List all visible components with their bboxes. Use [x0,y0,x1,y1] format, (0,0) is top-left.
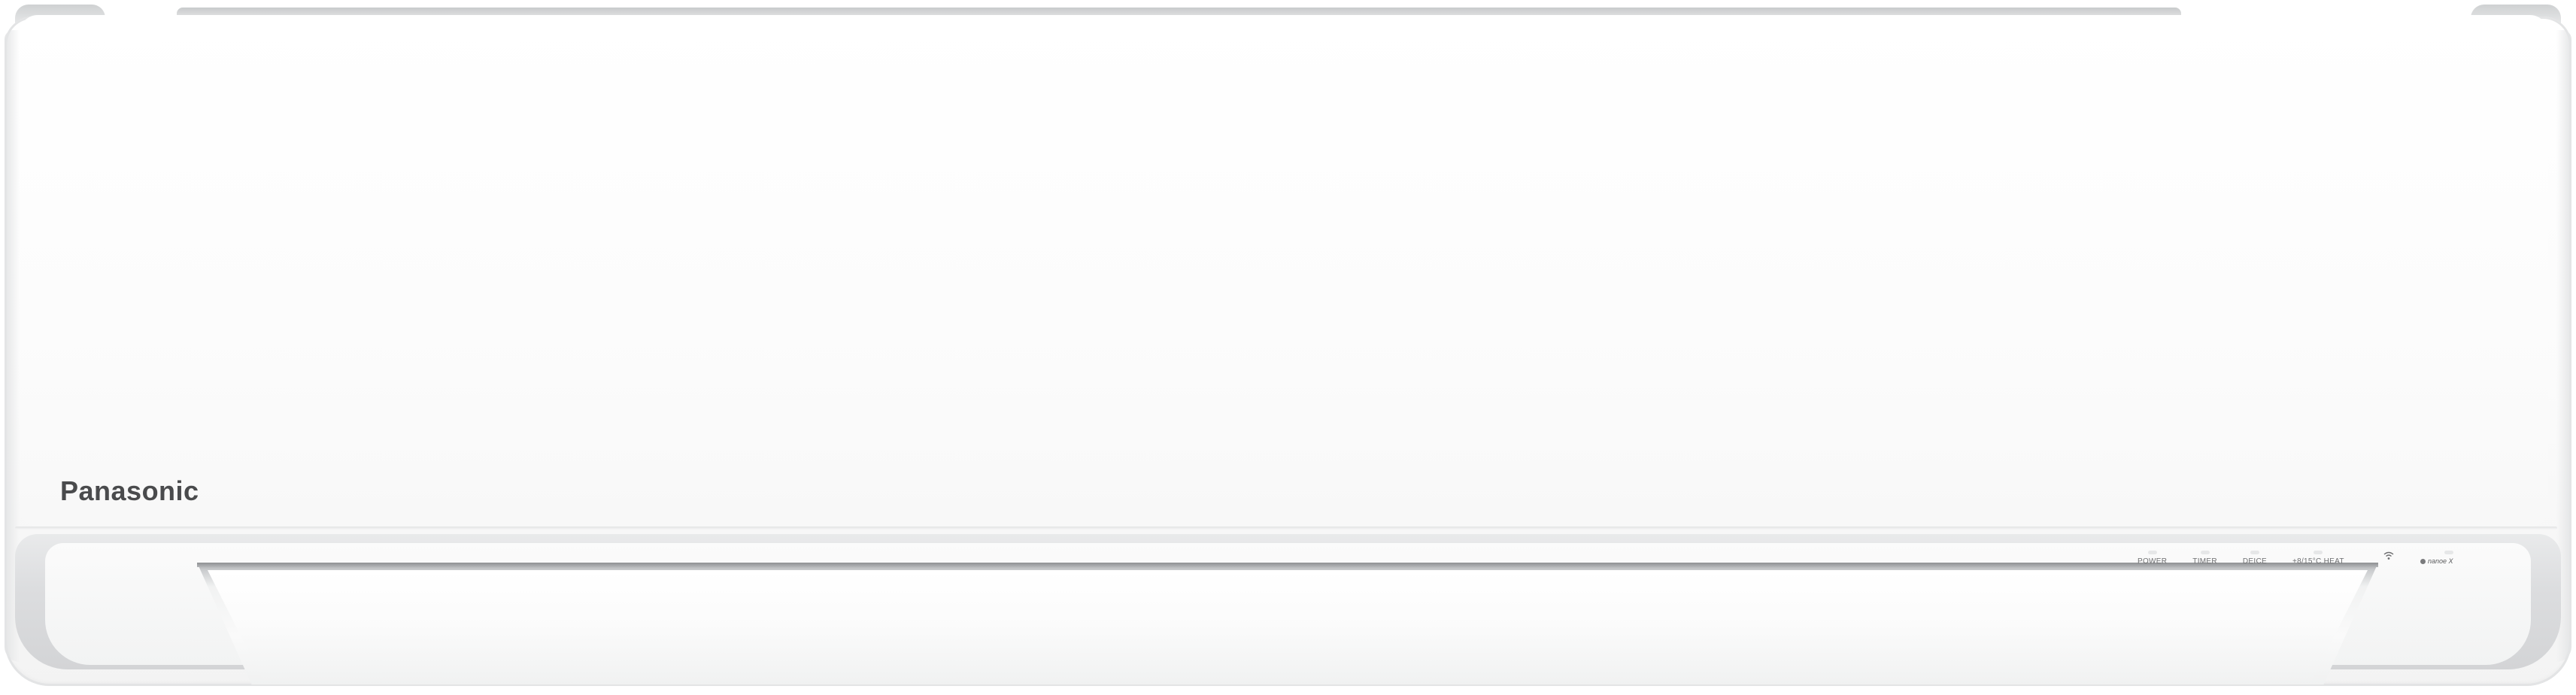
air-conditioner-image: Panasonic POWER TIMER DEICE +8/15°C HEAT… [0,0,2576,695]
heat-led [2314,551,2323,554]
indicator-timer: TIMER [2192,551,2217,566]
wifi-icon [2383,551,2394,560]
nanoe-label: nanoe X [2428,557,2453,565]
deice-led [2250,551,2259,554]
indicator-label: POWER [2138,557,2168,566]
indicator-panel: POWER TIMER DEICE +8/15°C HEAT [2138,551,2344,566]
power-led [2147,551,2157,554]
indicator-heat: +8/15°C HEAT [2292,551,2344,566]
brand-logo: Panasonic [60,475,199,506]
nanoe-icon [2420,558,2426,564]
nanoe-badge: nanoe X [2420,557,2453,565]
indicator-power: POWER [2138,551,2167,566]
front-panel [20,15,2548,527]
indicator-deice: DEICE [2243,551,2267,566]
timer-led [2200,551,2210,554]
louver-edge [197,563,2378,567]
indicator-label: DEICE [2242,557,2267,566]
nanoe-led [2444,551,2453,554]
louver-face [208,570,2368,681]
indicator-label: TIMER [2192,557,2217,566]
panel-seam [15,527,2557,530]
indicator-label: +8/15°C HEAT [2292,557,2344,566]
